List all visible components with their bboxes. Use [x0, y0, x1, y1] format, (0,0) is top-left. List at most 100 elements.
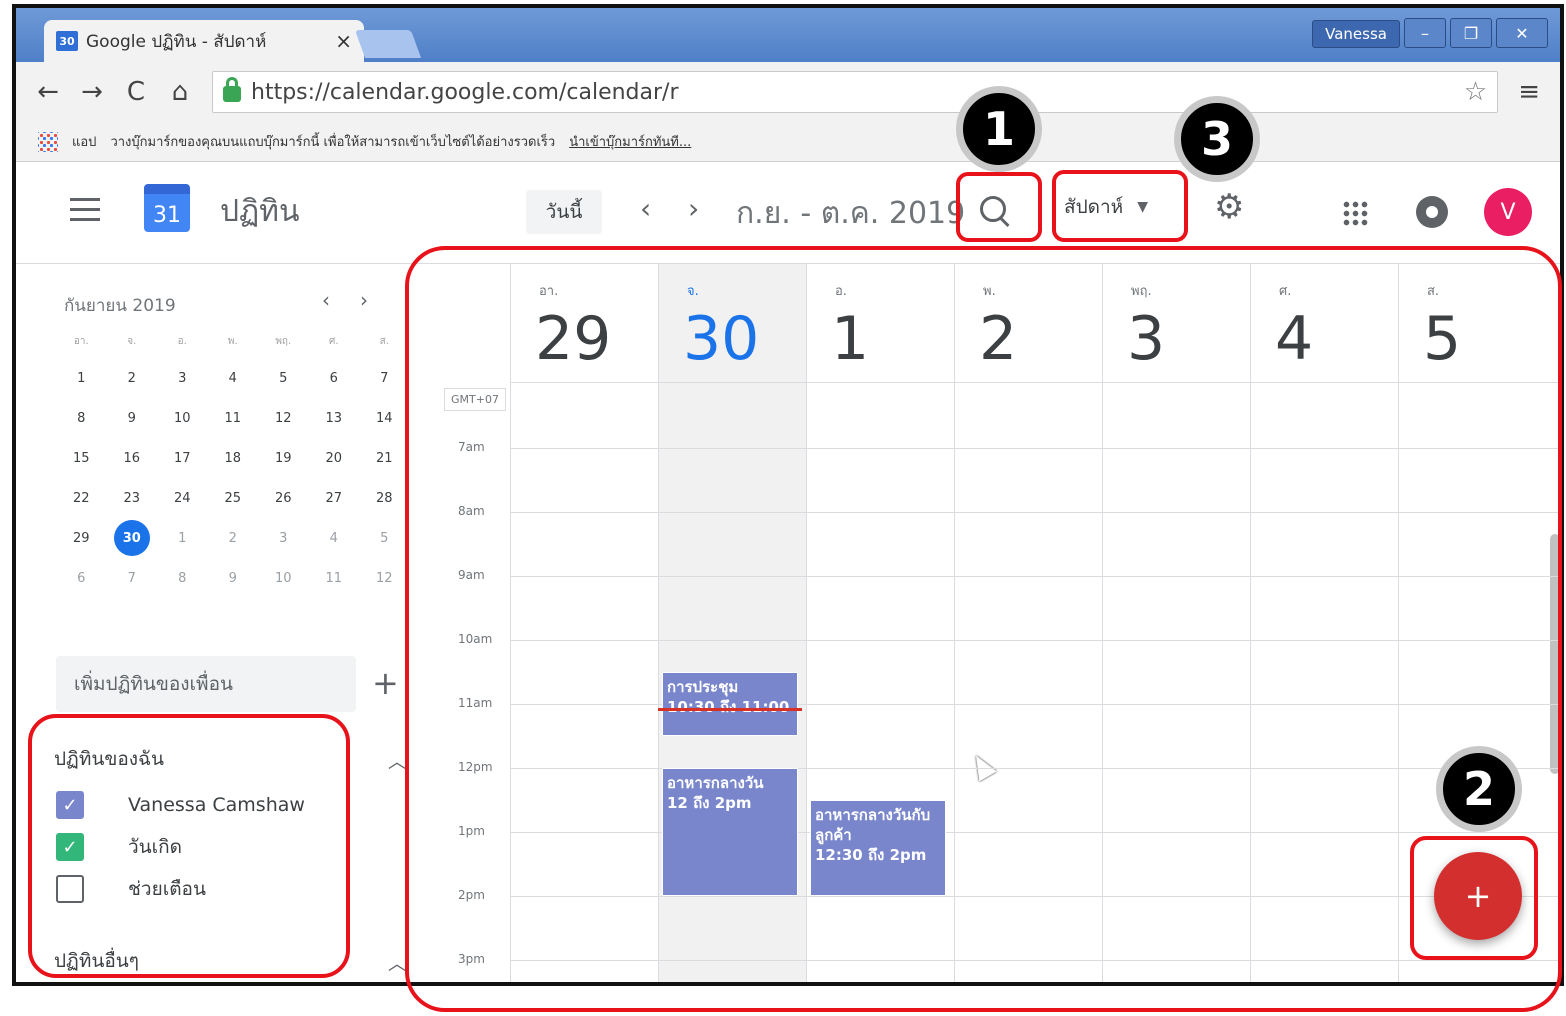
view-switcher-button[interactable]: สัปดาห์ ▼: [1064, 192, 1148, 222]
chevron-right-icon[interactable]: ›: [688, 192, 699, 225]
home-icon[interactable]: ⌂: [168, 77, 192, 107]
mini-calendar-day[interactable]: 11: [309, 558, 360, 598]
main-menu-icon[interactable]: [70, 198, 100, 221]
chevron-right-icon[interactable]: ›: [360, 288, 368, 312]
calendar-list-item[interactable]: ✓ Vanessa Camshaw: [56, 784, 305, 826]
close-icon[interactable]: ×: [335, 29, 352, 53]
mini-calendar-day[interactable]: 19: [258, 438, 309, 478]
minimize-icon[interactable]: –: [1404, 18, 1446, 48]
day-header[interactable]: พฤ. 3: [1102, 264, 1250, 382]
google-apps-icon[interactable]: [1342, 200, 1368, 226]
checkbox-checked-icon[interactable]: ✓: [56, 833, 84, 861]
day-number[interactable]: 3: [1127, 304, 1165, 374]
mini-calendar-day[interactable]: 16: [107, 438, 158, 478]
mini-calendar-day[interactable]: 20: [309, 438, 360, 478]
mini-calendar-day[interactable]: 7: [359, 358, 410, 398]
mini-calendar-day[interactable]: 21: [359, 438, 410, 478]
chevron-up-icon[interactable]: ︿: [388, 748, 406, 774]
other-calendars-heading[interactable]: ปฏิทินอื่นๆ: [54, 946, 139, 976]
forward-arrow-icon[interactable]: →: [80, 77, 104, 107]
mini-calendar-day[interactable]: 8: [157, 558, 208, 598]
day-number[interactable]: 1: [831, 304, 869, 374]
apps-grid-icon[interactable]: [38, 131, 58, 152]
search-icon[interactable]: [978, 194, 1014, 230]
plus-icon[interactable]: +: [372, 664, 399, 702]
mini-calendar-day[interactable]: 6: [56, 558, 107, 598]
chevron-up-icon[interactable]: ︿: [388, 950, 406, 976]
mini-calendar-day[interactable]: 9: [107, 398, 158, 438]
back-arrow-icon[interactable]: ←: [36, 77, 60, 107]
mini-calendar-day[interactable]: 12: [359, 558, 410, 598]
mini-calendar-day[interactable]: 29: [56, 518, 107, 558]
day-number[interactable]: 30: [683, 304, 759, 374]
mini-calendar-day[interactable]: 28: [359, 478, 410, 518]
mini-calendar-day[interactable]: 5: [359, 518, 410, 558]
mini-calendar-day[interactable]: 11: [208, 398, 259, 438]
calendar-event[interactable]: การประชุม 10:30 ถึง 11:00: [662, 672, 798, 736]
scrollbar[interactable]: [1550, 534, 1560, 774]
window-close-icon[interactable]: ✕: [1496, 18, 1548, 48]
day-header[interactable]: พ. 2: [954, 264, 1102, 382]
mini-calendar-day[interactable]: 25: [208, 478, 259, 518]
gear-icon[interactable]: ⚙: [1214, 190, 1244, 224]
day-header[interactable]: ส. 5: [1398, 264, 1546, 382]
mini-calendar-day[interactable]: 2: [107, 358, 158, 398]
day-number[interactable]: 29: [535, 304, 611, 374]
browser-tab[interactable]: 30 Google ปฏิทิน - สัปดาห์ ×: [44, 20, 364, 62]
checkbox-checked-icon[interactable]: ✓: [56, 791, 84, 819]
mini-calendar-day[interactable]: 18: [208, 438, 259, 478]
create-event-button[interactable]: +: [1434, 852, 1522, 940]
browser-user-button[interactable]: Vanessa: [1312, 20, 1400, 48]
mini-calendar-day[interactable]: 8: [56, 398, 107, 438]
mini-calendar-day[interactable]: 5: [258, 358, 309, 398]
calendar-list-item[interactable]: ✓ วันเกิด: [56, 826, 305, 868]
mini-calendar-day[interactable]: 10: [157, 398, 208, 438]
mini-calendar-day[interactable]: 23: [107, 478, 158, 518]
add-friend-calendar-input[interactable]: เพิ่มปฏิทินของเพื่อน: [56, 656, 356, 712]
mini-calendar-day[interactable]: 13: [309, 398, 360, 438]
day-header[interactable]: จ. 30: [658, 264, 806, 382]
notifications-icon[interactable]: [1416, 196, 1448, 228]
day-header[interactable]: อา. 29: [510, 264, 658, 382]
calendar-event[interactable]: อาหารกลางวันกับลูกค้า 12:30 ถึง 2pm: [810, 800, 946, 896]
mini-calendar-day[interactable]: 6: [309, 358, 360, 398]
my-calendars-heading[interactable]: ปฏิทินของฉัน: [54, 744, 164, 774]
mini-calendar-day[interactable]: 17: [157, 438, 208, 478]
chevron-left-icon[interactable]: ‹: [322, 288, 330, 312]
mini-calendar-day[interactable]: 4: [208, 358, 259, 398]
mini-calendar-day[interactable]: 4: [309, 518, 360, 558]
mini-calendar-day[interactable]: 7: [107, 558, 158, 598]
chevron-left-icon[interactable]: ‹: [640, 192, 651, 225]
mini-calendar-today[interactable]: 30: [107, 518, 158, 558]
mini-calendar-day[interactable]: 15: [56, 438, 107, 478]
mini-calendar-day[interactable]: 3: [157, 358, 208, 398]
mini-calendar-day[interactable]: 1: [56, 358, 107, 398]
restore-icon[interactable]: ❐: [1450, 18, 1492, 48]
mini-calendar-day[interactable]: 1: [157, 518, 208, 558]
address-bar[interactable]: https://calendar.google.com/calendar/r ☆: [212, 71, 1499, 113]
mini-calendar-day[interactable]: 2: [208, 518, 259, 558]
mini-calendar-day[interactable]: 10: [258, 558, 309, 598]
import-bookmarks-link[interactable]: นำเข้าบุ๊กมาร์กทันที...: [569, 131, 691, 152]
bookmark-star-icon[interactable]: ☆: [1464, 77, 1487, 107]
mini-calendar-day[interactable]: 12: [258, 398, 309, 438]
reload-icon[interactable]: C: [124, 77, 148, 107]
mini-calendar-day[interactable]: 27: [309, 478, 360, 518]
day-number[interactable]: 2: [979, 304, 1017, 374]
apps-shortcut[interactable]: แอป: [72, 131, 96, 152]
avatar[interactable]: V: [1484, 188, 1532, 236]
browser-menu-icon[interactable]: ≡: [1518, 77, 1540, 107]
mini-calendar-day[interactable]: 22: [56, 478, 107, 518]
day-number[interactable]: 5: [1423, 304, 1461, 374]
mini-calendar-day[interactable]: 26: [258, 478, 309, 518]
mini-calendar-day[interactable]: 3: [258, 518, 309, 558]
mini-calendar-day[interactable]: 9: [208, 558, 259, 598]
calendar-event[interactable]: อาหารกลางวัน 12 ถึง 2pm: [662, 768, 798, 896]
day-header[interactable]: ศ. 4: [1250, 264, 1398, 382]
new-tab-button[interactable]: [354, 30, 422, 58]
mini-calendar-day[interactable]: 24: [157, 478, 208, 518]
day-number[interactable]: 4: [1275, 304, 1313, 374]
checkbox-empty-icon[interactable]: [56, 875, 84, 903]
mini-calendar-day[interactable]: 14: [359, 398, 410, 438]
calendar-list-item[interactable]: ช่วยเตือน: [56, 868, 305, 910]
